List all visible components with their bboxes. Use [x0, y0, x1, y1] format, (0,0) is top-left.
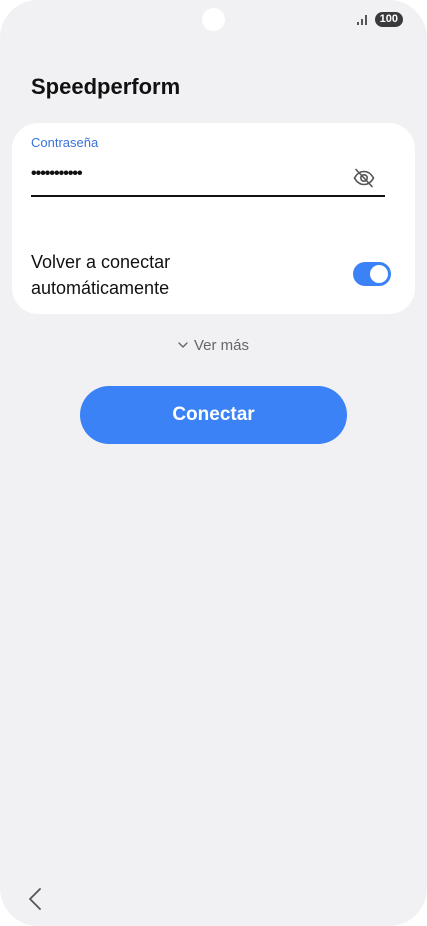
- password-value: •••••••••••: [31, 165, 83, 182]
- auto-reconnect-toggle[interactable]: [353, 262, 391, 286]
- page-title: Speedperform: [31, 74, 181, 99]
- chevron-left-icon: [29, 888, 41, 910]
- screen: 100 Speedperform Contraseña ••••••••••• …: [0, 0, 427, 926]
- camera-cutout: [202, 8, 225, 31]
- see-more-label: Ver más: [193, 337, 250, 354]
- password-label: Contraseña: [31, 135, 99, 150]
- chevron-down-icon: [178, 342, 188, 348]
- eye-off-icon[interactable]: [351, 165, 377, 191]
- battery-badge: 100: [374, 12, 403, 27]
- signal-bars-icon: [356, 14, 367, 25]
- status-bar: 100: [356, 12, 403, 27]
- toggle-knob: [370, 265, 388, 283]
- settings-card: Contraseña ••••••••••• Volver a conectar…: [12, 123, 415, 314]
- see-more-button[interactable]: Ver más: [0, 337, 427, 354]
- back-button[interactable]: [26, 886, 46, 912]
- auto-reconnect-label: Volver a conectar automáticamente: [31, 252, 171, 298]
- connect-button[interactable]: Conectar: [80, 386, 347, 444]
- password-field[interactable]: •••••••••••: [31, 161, 385, 197]
